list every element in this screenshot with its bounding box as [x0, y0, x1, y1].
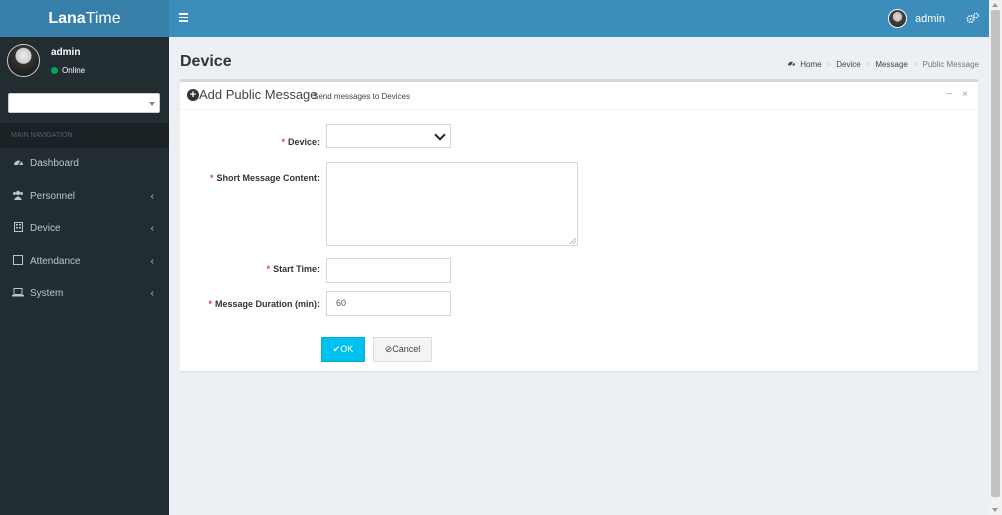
- sidebar-select[interactable]: [8, 93, 160, 113]
- duration-label-text: Message Duration (min):: [214, 299, 320, 309]
- chevron-left-icon: ‹: [150, 223, 154, 234]
- duration-value: 60: [336, 298, 347, 308]
- device-icon: [12, 213, 24, 246]
- start-time-label-text: Start Time:: [273, 264, 320, 274]
- box-tools: − ×: [936, 89, 968, 100]
- minimize-icon[interactable]: −: [946, 89, 952, 100]
- page-scrollbar[interactable]: [989, 0, 1002, 515]
- breadcrumb: Home > Device > Message > Public Message: [787, 59, 979, 69]
- plus-circle-icon: +: [187, 89, 199, 101]
- sidebar-item-dashboard[interactable]: Dashboard: [0, 148, 169, 181]
- breadcrumb-message[interactable]: Message: [875, 60, 907, 69]
- sidebar-item-attendance[interactable]: Attendance ‹: [0, 246, 169, 279]
- logo-bold: Lana: [48, 10, 86, 27]
- device-label-text: Device:: [287, 137, 320, 147]
- sidebar-item-label: System: [30, 288, 64, 299]
- chevron-left-icon: ‹: [150, 190, 154, 202]
- chevron-left-icon: ‹: [150, 255, 154, 267]
- sidebar-item-label: Dashboard: [30, 158, 79, 169]
- close-icon[interactable]: ×: [962, 89, 968, 100]
- cancel-button[interactable]: ⊘Cancel: [373, 337, 432, 362]
- sidebar: admin Online MAIN NAVIGATION Dashboard P…: [0, 37, 169, 515]
- sidebar-item-system[interactable]: System ‹: [0, 278, 169, 311]
- nav-header: MAIN NAVIGATION: [0, 123, 169, 148]
- dashboard-icon: [12, 148, 24, 181]
- cancel-label: Cancel: [392, 344, 421, 354]
- content-label-text: Short Message Content:: [216, 173, 320, 183]
- user-panel: admin Online: [0, 37, 169, 87]
- required-marker: *: [281, 137, 285, 147]
- sidebar-item-device[interactable]: Device ‹: [0, 213, 169, 246]
- breadcrumb-home[interactable]: Home: [800, 60, 821, 69]
- form-subtitle: Send messages to Devices: [313, 92, 410, 101]
- header-user-name: admin: [915, 12, 945, 25]
- message-content-textarea[interactable]: [326, 162, 578, 246]
- sidebar-toggle-icon[interactable]: [179, 11, 189, 25]
- user-avatar: [888, 9, 908, 28]
- device-select[interactable]: [326, 124, 451, 148]
- resize-handle-icon[interactable]: [570, 238, 576, 244]
- settings-gears-icon[interactable]: [966, 12, 979, 27]
- chevron-down-icon: [434, 129, 446, 141]
- online-dot-icon: [51, 67, 58, 74]
- laptop-icon: [12, 278, 24, 311]
- scroll-thumb[interactable]: [991, 10, 1000, 497]
- sidebar-item-label: Attendance: [30, 255, 81, 267]
- breadcrumb-device[interactable]: Device: [836, 60, 860, 69]
- online-status: Online: [51, 66, 85, 75]
- ok-button[interactable]: ✔OK: [321, 337, 365, 362]
- sidebar-item-personnel[interactable]: Personnel ‹: [0, 181, 169, 214]
- sidebar-user-name: admin: [51, 47, 81, 58]
- ok-label: OK: [340, 344, 354, 354]
- public-message-form-box: + Add Public Message Send messages to De…: [180, 79, 978, 371]
- status-text: Online: [62, 66, 86, 75]
- sidebar-item-label: Personnel: [30, 190, 76, 202]
- required-marker: *: [209, 173, 214, 183]
- user-menu[interactable]: admin: [888, 9, 945, 28]
- device-label: * Device:: [270, 137, 320, 147]
- start-time-label: * Start Time:: [240, 264, 320, 274]
- calendar-icon: [12, 246, 24, 279]
- chevron-left-icon: ‹: [150, 288, 154, 299]
- users-icon: [12, 181, 24, 214]
- content-area: Device Home > Device > Message > Public …: [169, 37, 989, 515]
- duration-input[interactable]: 60: [326, 291, 451, 316]
- scroll-down-icon[interactable]: [992, 508, 998, 512]
- scroll-up-icon[interactable]: [992, 3, 998, 7]
- sidebar-menu: Dashboard Personnel ‹ Device ‹ Attendanc…: [0, 148, 169, 311]
- page-title: Device: [180, 53, 232, 70]
- required-marker: *: [266, 264, 271, 274]
- top-navbar: admin: [169, 0, 989, 37]
- breadcrumb-public-message: Public Message: [922, 59, 979, 69]
- dashboard-icon: [787, 59, 796, 69]
- logo-light: Time: [85, 10, 121, 27]
- required-marker: *: [208, 299, 212, 309]
- avatar: [7, 44, 40, 77]
- form-title: Add Public Message: [199, 87, 318, 102]
- duration-label: * Message Duration (min):: [190, 299, 320, 309]
- box-header: + Add Public Message Send messages to De…: [180, 82, 978, 110]
- content-label: * Short Message Content:: [190, 173, 320, 183]
- sidebar-item-label: Device: [30, 223, 61, 234]
- caret-down-icon: [149, 102, 155, 106]
- start-time-input[interactable]: [326, 258, 451, 283]
- app-logo[interactable]: LanaTime: [0, 0, 169, 37]
